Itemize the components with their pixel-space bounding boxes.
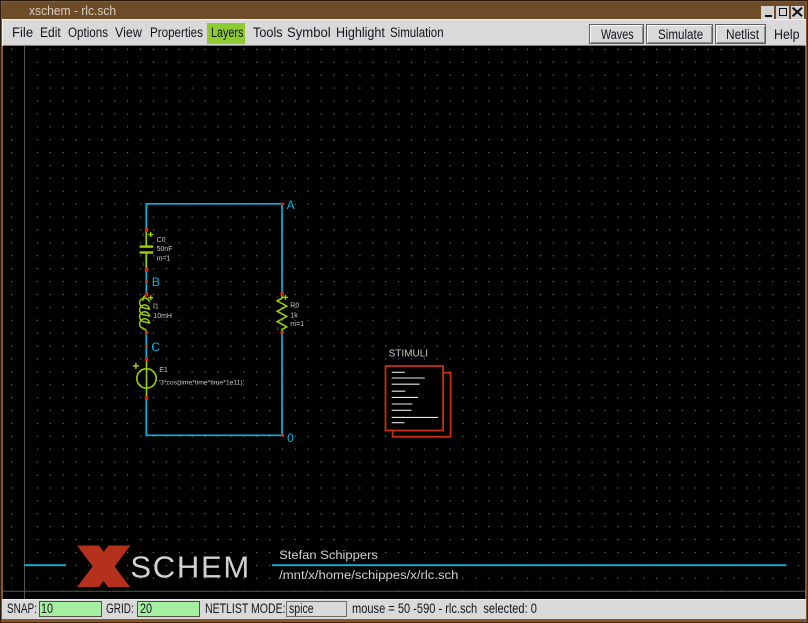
svg-text:m=1: m=1 (290, 321, 304, 328)
svg-text:l1: l1 (153, 303, 159, 310)
svg-text:/mnt/x/home/schippes/x/rlc.sch: /mnt/x/home/schippes/x/rlc.sch (279, 568, 458, 582)
svg-text:1k: 1k (290, 313, 298, 320)
svg-text:C: C (151, 340, 160, 354)
svg-text:R0: R0 (290, 303, 299, 310)
svg-text:E1: E1 (159, 367, 168, 374)
svg-text:C0: C0 (157, 237, 166, 244)
svg-text:B: B (152, 275, 160, 289)
svg-text:SCHEM: SCHEM (130, 550, 250, 585)
svg-text:m=1: m=1 (157, 255, 171, 262)
svg-text:'3*cos(time*time*time*1e11)': '3*cos(time*time*time*1e11)' (159, 379, 244, 386)
svg-text:STIMULI: STIMULI (389, 349, 428, 360)
svg-text:10mH: 10mH (153, 313, 172, 320)
svg-text:50nF: 50nF (157, 246, 173, 253)
svg-text:A: A (287, 198, 295, 212)
svg-text:0: 0 (287, 431, 294, 445)
svg-text:Stefan Schippers: Stefan Schippers (279, 548, 378, 562)
